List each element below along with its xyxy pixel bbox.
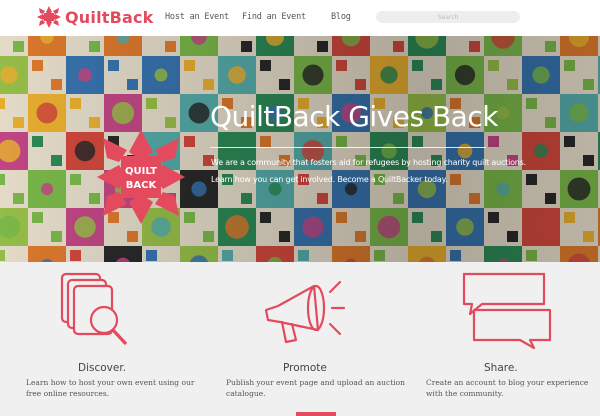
nav-link-blog[interactable]: Blog xyxy=(331,12,351,22)
search-input[interactable] xyxy=(376,11,520,23)
hero-title: QuiltBack Gives Back xyxy=(210,100,498,133)
documents-magnifier-icon xyxy=(60,272,128,346)
brand-logo[interactable]: QuiltBack xyxy=(37,6,154,28)
top-nav: QuiltBack Host an Event Find an Event Bl… xyxy=(0,0,600,36)
feature-text-share: Create an account to blog your experienc… xyxy=(426,378,589,398)
nav-link-find-event[interactable]: Find an Event xyxy=(242,12,306,22)
brand-name: QuiltBack xyxy=(65,7,154,27)
feature-title-share: Share. xyxy=(484,362,518,374)
hero-text-line-1: We are a community that fosters aid for … xyxy=(211,158,526,167)
cta-button-edge[interactable] xyxy=(296,412,336,416)
hero-description: We are a community that fosters aid for … xyxy=(211,154,531,188)
hero-banner: QUILT BACK QuiltBack Gives Back We are a… xyxy=(0,36,600,262)
feature-text-discover: Learn how to host your own event using o… xyxy=(26,378,195,398)
feature-title-discover: Discover. xyxy=(78,362,127,374)
speech-bubbles-icon xyxy=(462,272,552,350)
hero-divider xyxy=(210,147,486,148)
feature-text-promote: Publish your event page and upload an au… xyxy=(226,378,405,398)
megaphone-icon xyxy=(264,280,346,344)
quilt-star-logo-icon xyxy=(37,6,61,28)
badge-text-quilt: QUILT xyxy=(125,166,157,177)
hero-text-line-2: Learn how you can get involved. Become a… xyxy=(211,175,448,184)
badge-text-back: BACK xyxy=(126,180,158,191)
quiltback-badge-icon: QUILT BACK xyxy=(97,130,185,224)
feature-title-promote: Promote xyxy=(283,362,327,374)
hero-overlay xyxy=(0,36,600,262)
nav-link-host-event[interactable]: Host an Event xyxy=(165,12,229,22)
features-section: Discover. Learn how to host your own eve… xyxy=(0,262,600,416)
